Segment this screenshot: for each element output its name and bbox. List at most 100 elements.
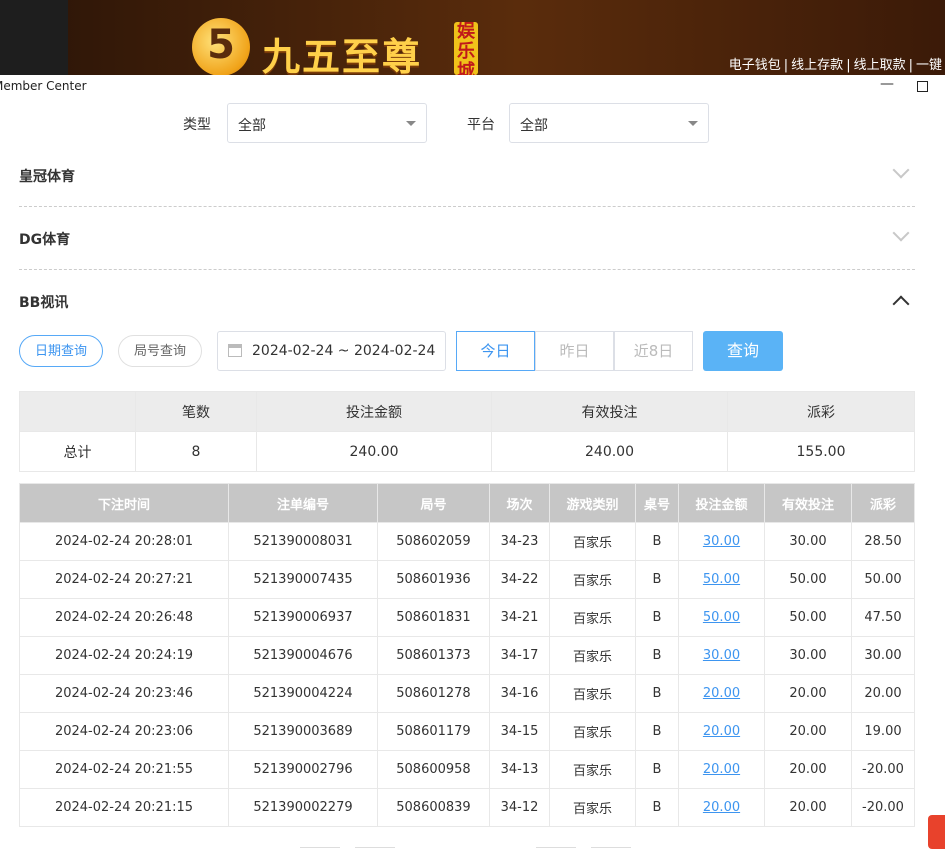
detail-header: 桌号 (635, 483, 679, 523)
table-cell: 30.00 (764, 636, 852, 675)
table-cell: 521390007435 (228, 560, 378, 599)
today-button[interactable]: 今日 (456, 331, 535, 371)
table-cell: 30.00 (678, 522, 765, 561)
round-query-tab[interactable]: 局号查询 (118, 335, 202, 367)
summary-header: 投注金额 (256, 391, 492, 432)
bet-amount-link[interactable]: 20.00 (703, 686, 740, 701)
table-cell: 50.00 (678, 598, 765, 637)
detail-header: 有效投注 (764, 483, 852, 523)
minimize-icon[interactable]: — (880, 76, 894, 92)
table-cell: 2024-02-24 20:26:48 (19, 598, 229, 637)
table-cell: 34-21 (489, 598, 550, 637)
table-cell: 34-17 (489, 636, 550, 675)
detail-header: 游戏类别 (549, 483, 636, 523)
chevron-up-icon[interactable] (892, 295, 910, 313)
search-button[interactable]: 查询 (703, 331, 783, 371)
table-cell: 百家乐 (549, 788, 636, 827)
pagination-button[interactable] (300, 847, 340, 852)
table-cell: B (635, 522, 679, 561)
detail-header: 场次 (489, 483, 550, 523)
table-cell: 20.00 (764, 750, 852, 789)
table-cell: 508600839 (377, 788, 490, 827)
table-row: 2024-02-24 20:27:21 521390007435 508601936… (19, 560, 915, 599)
table-cell: 521390004676 (228, 636, 378, 675)
logo-text: 九五至尊 (262, 35, 423, 79)
table-row: 2024-02-24 20:28:01 521390008031 508602059… (19, 522, 915, 561)
table-cell: 34-13 (489, 750, 550, 789)
table-cell: 521390003689 (228, 712, 378, 751)
summary-row: 总计 8 240.00 240.00 155.00 (19, 431, 915, 472)
banner-left-panel (0, 0, 68, 75)
date-range-value: 2024-02-24 ~ 2024-02-24 (252, 343, 436, 359)
table-cell: 百家乐 (549, 598, 636, 637)
date-query-tab[interactable]: 日期查询 (19, 335, 103, 367)
table-cell: B (635, 674, 679, 713)
table-cell: 30.00 (764, 522, 852, 561)
pagination-button[interactable] (355, 847, 395, 852)
section-dg-sports[interactable]: DG体育 (19, 207, 915, 270)
table-cell: 521390002796 (228, 750, 378, 789)
table-cell: 50.00 (764, 560, 852, 599)
logo-tag: 娱乐城 (454, 22, 478, 75)
nav-withdraw[interactable]: 线上取款 (854, 58, 906, 73)
pagination-button[interactable] (591, 847, 631, 852)
table-cell: 34-22 (489, 560, 550, 599)
table-cell: 2024-02-24 20:23:46 (19, 674, 229, 713)
summary-cell: 155.00 (727, 431, 915, 472)
summary-cell: 240.00 (256, 431, 492, 472)
table-cell: 508600958 (377, 750, 490, 789)
nav-onekey[interactable]: 一键 (916, 58, 942, 73)
pagination-button[interactable] (536, 847, 576, 852)
nav-deposit[interactable]: 线上存款 (791, 58, 843, 73)
table-cell: 2024-02-24 20:21:15 (19, 788, 229, 827)
table-cell: 20.00 (764, 674, 852, 713)
site-banner: 5 九五至尊 娱乐城 电子钱包 | 线上存款 | 线上取款 | 一键 (0, 0, 945, 79)
detail-header: 投注金额 (678, 483, 765, 523)
platform-select[interactable]: 全部 (509, 103, 709, 143)
table-cell: 20.00 (678, 788, 765, 827)
table-cell: 50.00 (764, 598, 852, 637)
bet-amount-link[interactable]: 50.00 (703, 610, 740, 625)
table-cell: 20.00 (678, 750, 765, 789)
section-title: BB视讯 (19, 295, 69, 311)
yesterday-button[interactable]: 昨日 (535, 331, 614, 371)
table-cell: 百家乐 (549, 522, 636, 561)
detail-header: 注单编号 (228, 483, 378, 523)
section-bb-live[interactable]: BB视讯 (19, 270, 915, 332)
bet-amount-link[interactable]: 20.00 (703, 800, 740, 815)
bet-amount-link[interactable]: 30.00 (703, 648, 740, 663)
table-cell: -20.00 (851, 788, 915, 827)
calendar-icon (228, 344, 242, 357)
section-title: 皇冠体育 (19, 169, 75, 185)
chevron-down-icon (688, 121, 698, 126)
summary-header: 有效投注 (491, 391, 728, 432)
maximize-icon[interactable] (917, 81, 928, 92)
bet-amount-link[interactable]: 20.00 (703, 762, 740, 777)
table-cell: 2024-02-24 20:24:19 (19, 636, 229, 675)
table-cell: B (635, 712, 679, 751)
table-cell: 508602059 (377, 522, 490, 561)
chevron-down-icon[interactable] (892, 224, 910, 242)
bet-amount-link[interactable]: 50.00 (703, 572, 740, 587)
detail-header: 下注时间 (19, 483, 229, 523)
bet-amount-link[interactable]: 20.00 (703, 724, 740, 739)
table-row: 2024-02-24 20:24:19 521390004676 508601373… (19, 636, 915, 675)
floating-gift-icon[interactable] (928, 815, 945, 849)
detail-header: 局号 (377, 483, 490, 523)
table-cell: 508601831 (377, 598, 490, 637)
type-select[interactable]: 全部 (227, 103, 427, 143)
section-crown-sports[interactable]: 皇冠体育 (19, 144, 915, 207)
table-row: 2024-02-24 20:26:48 521390006937 508601831… (19, 598, 915, 637)
table-cell: 20.00 (764, 788, 852, 827)
last-8-days-button[interactable]: 近8日 (614, 331, 693, 371)
chevron-down-icon[interactable] (892, 161, 910, 179)
nav-wallet[interactable]: 电子钱包 (729, 58, 781, 73)
bet-amount-link[interactable]: 30.00 (703, 534, 740, 549)
type-select-value: 全部 (238, 118, 266, 134)
table-cell: B (635, 636, 679, 675)
table-cell: 20.00 (764, 712, 852, 751)
table-row: 2024-02-24 20:23:06 521390003689 508601179… (19, 712, 915, 751)
date-range-input[interactable]: 2024-02-24 ~ 2024-02-24 (217, 331, 446, 371)
type-label: 类型 (183, 117, 211, 133)
table-cell: 34-12 (489, 788, 550, 827)
